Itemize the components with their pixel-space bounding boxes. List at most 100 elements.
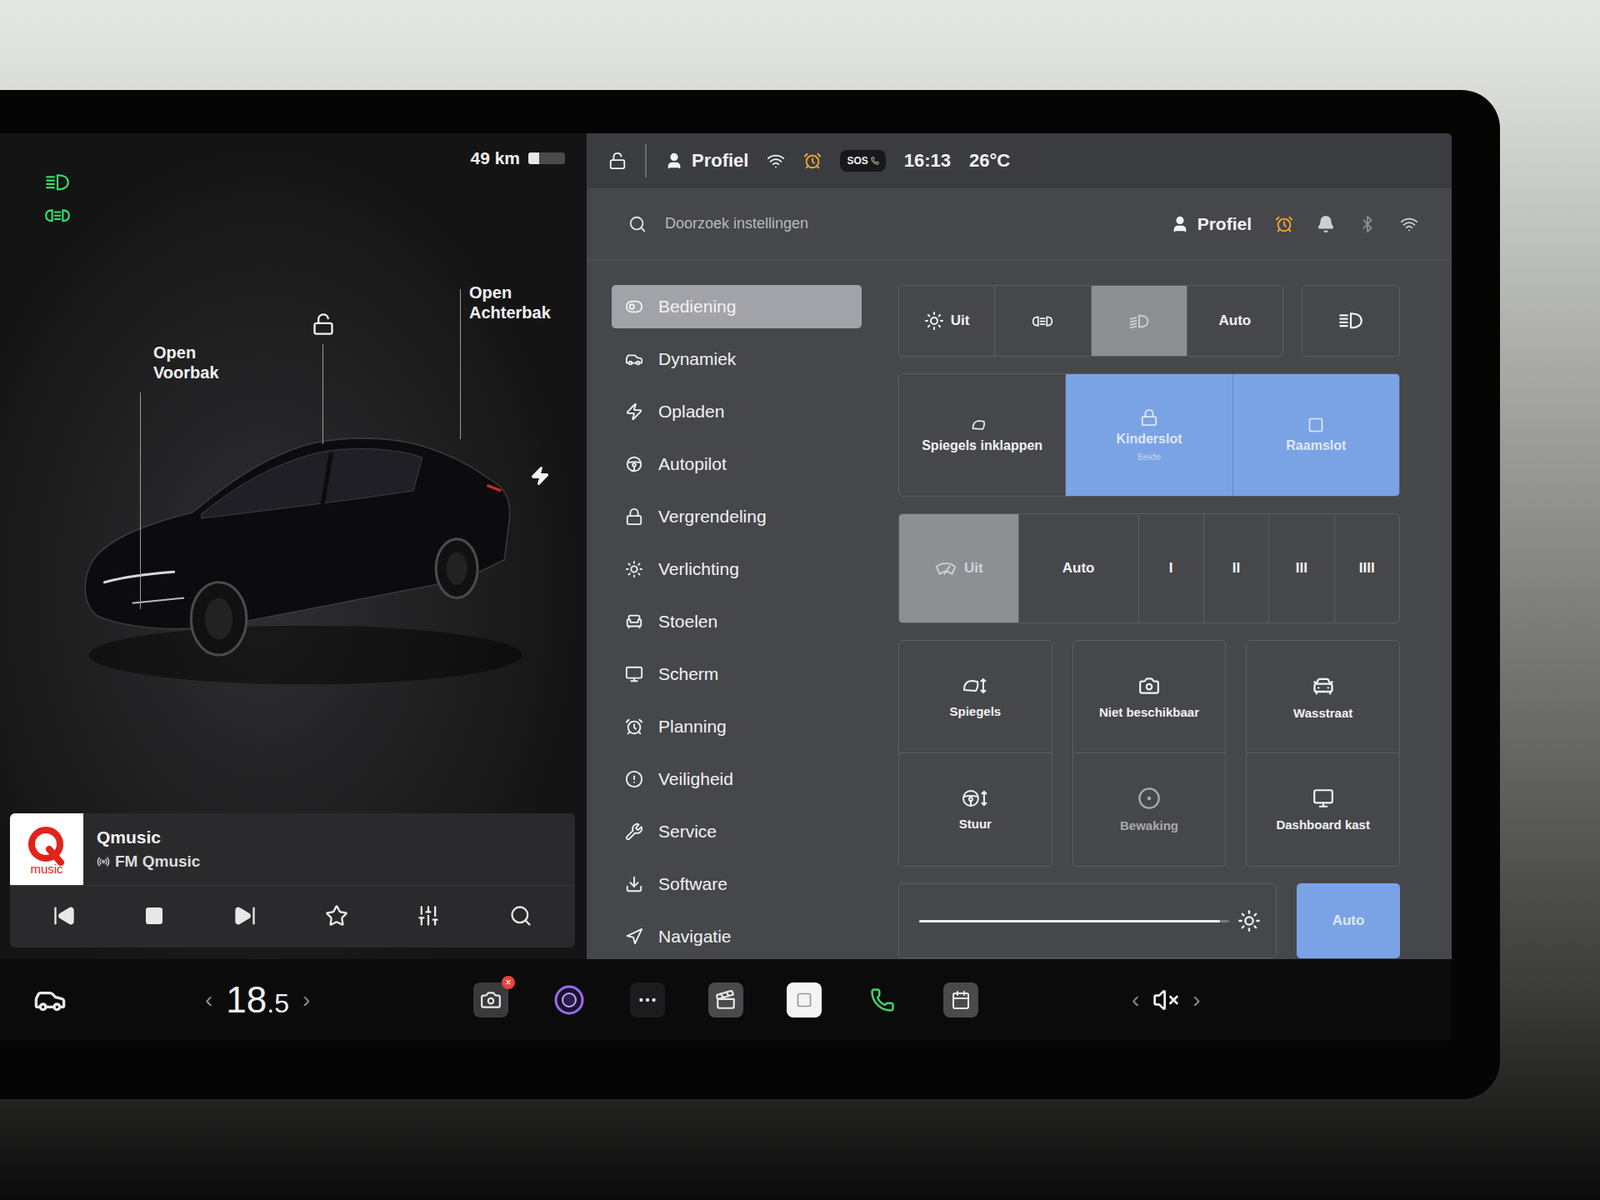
menu-item[interactable]: Autopilot	[611, 442, 862, 486]
app-launcher: ×	[416, 982, 1035, 1018]
wiper-option[interactable]: III	[1269, 514, 1335, 623]
radio-icon	[96, 855, 110, 869]
control-button[interactable]: Spiegels	[898, 640, 1053, 754]
door-status[interactable]	[608, 151, 627, 170]
quick-toggle[interactable]: Spiegels inklappen	[899, 374, 1066, 496]
trunk-button[interactable]: Open Achterbak	[469, 282, 578, 323]
alarm-button[interactable]	[1275, 215, 1294, 234]
menu-item[interactable]: Bediening	[611, 285, 862, 329]
more-app[interactable]	[630, 982, 665, 1018]
phone-icon	[870, 156, 880, 165]
video-app[interactable]	[708, 982, 744, 1018]
charge-port-button[interactable]	[530, 465, 550, 486]
wifi-button[interactable]	[1400, 215, 1419, 234]
profile-button[interactable]: Profiel	[1170, 214, 1252, 235]
frunk-button[interactable]: Open Voorbak	[153, 342, 262, 383]
dashcam-app[interactable]	[551, 982, 587, 1018]
camera-app[interactable]: ×	[473, 982, 509, 1018]
brightness-fill	[919, 920, 1220, 923]
sos-button[interactable]: SOS	[840, 150, 885, 172]
menu-item-icon	[625, 875, 644, 894]
auto-brightness-button[interactable]: Auto	[1296, 883, 1400, 959]
next-icon	[233, 904, 257, 928]
temperature-up[interactable]: ›	[289, 986, 324, 1014]
car-panel: 49 km Open Voorbak Open Achterbak musicQmus…	[0, 133, 587, 960]
wifi-icon	[766, 151, 785, 170]
profile-status[interactable]: Profiel	[665, 150, 749, 172]
calendar-app[interactable]	[943, 982, 979, 1018]
light-indicator	[43, 205, 72, 227]
quick-toggle[interactable]: KinderslotBeide	[1065, 374, 1233, 496]
wiper-option[interactable]: Uit	[899, 514, 1020, 623]
brightness-track[interactable]	[919, 920, 1230, 923]
light-indicator	[43, 171, 72, 194]
cabin-temperature[interactable]: 18.5	[225, 981, 290, 1019]
favorite-button[interactable]	[321, 900, 352, 931]
menu-item[interactable]: Veiligheid	[611, 757, 862, 801]
control-button[interactable]: Wasstraat	[1245, 640, 1400, 754]
menu-item[interactable]: Navigatie	[611, 915, 862, 959]
notes-app[interactable]	[786, 982, 822, 1018]
media-info-row: musicQmusicFM Qmusic	[10, 813, 575, 886]
wiper-option[interactable]: IIII	[1335, 514, 1400, 623]
bluetooth-button[interactable]	[1358, 215, 1377, 234]
menu-item[interactable]: Verlichting	[611, 547, 862, 591]
headlight-option[interactable]	[995, 285, 1091, 356]
lock-button[interactable]	[311, 312, 335, 336]
car-render	[71, 392, 522, 696]
menu-item-label: Opladen	[658, 401, 725, 422]
control-button[interactable]: Bewaking	[1072, 753, 1227, 867]
previous-button[interactable]	[49, 900, 80, 931]
control-button[interactable]: Dashboard kast	[1245, 753, 1400, 867]
menu-item[interactable]: Service	[611, 810, 862, 854]
search-icon	[509, 904, 533, 928]
dock-right: ‹›	[1035, 986, 1452, 1014]
wiper-option[interactable]: I	[1139, 514, 1205, 623]
menu-item[interactable]: Opladen	[611, 390, 862, 434]
stop-button[interactable]	[140, 902, 168, 930]
car-button[interactable]	[33, 983, 67, 1017]
settings-search[interactable]: Doorzoek instellingen	[628, 215, 1148, 234]
quick-toggle[interactable]: Raamslot	[1233, 374, 1400, 496]
bluetooth-icon	[1358, 215, 1377, 234]
frunk-line	[140, 392, 141, 610]
high-beam-button[interactable]	[1301, 285, 1400, 357]
unlocked-icon	[311, 312, 335, 336]
muted-icon[interactable]	[1152, 986, 1180, 1014]
q-logo-icon	[24, 824, 70, 866]
equalizer-button[interactable]	[413, 900, 444, 931]
menu-item[interactable]: Dynamiek	[611, 337, 862, 381]
ellipsis-icon	[636, 989, 659, 1011]
user-icon	[665, 151, 684, 170]
control-button[interactable]: Niet beschikbaar	[1072, 640, 1227, 754]
brightness-row: Auto	[898, 883, 1400, 959]
next-button[interactable]	[230, 900, 260, 931]
menu-item[interactable]: Vergrendeling	[611, 495, 862, 539]
menu-item[interactable]: Scherm	[611, 652, 862, 696]
wiper-option[interactable]: II	[1204, 514, 1270, 623]
lock-line	[322, 344, 324, 445]
wiper-option[interactable]: Auto	[1019, 514, 1140, 623]
media-controls	[10, 885, 575, 948]
phone-app[interactable]	[865, 982, 900, 1018]
notifications-button[interactable]	[1316, 215, 1335, 234]
temperature-down[interactable]: ‹	[191, 986, 226, 1014]
media-search-button[interactable]	[505, 900, 536, 931]
trunk-line	[460, 289, 461, 440]
control-button-label: Spiegels	[949, 704, 1001, 719]
volume-down[interactable]: ‹	[1118, 986, 1153, 1014]
menu-item[interactable]: Software	[611, 862, 862, 906]
camera-icon	[1138, 675, 1160, 697]
headlight-option[interactable]: Uit	[899, 285, 995, 356]
charge-icon	[530, 465, 550, 486]
media-info: QmusicFM Qmusic	[96, 827, 200, 871]
volume-up[interactable]: ›	[1179, 986, 1214, 1014]
brightness-icon[interactable]	[1237, 909, 1261, 933]
headlight-option[interactable]	[1091, 285, 1188, 356]
menu-item-label: Dynamiek	[658, 349, 736, 370]
car-panel-header: 49 km	[0, 133, 587, 226]
menu-item[interactable]: Planning	[611, 705, 862, 749]
menu-item[interactable]: Stoelen	[611, 600, 862, 644]
control-button[interactable]: Stuur	[898, 753, 1053, 867]
headlight-option[interactable]: Auto	[1187, 285, 1283, 356]
